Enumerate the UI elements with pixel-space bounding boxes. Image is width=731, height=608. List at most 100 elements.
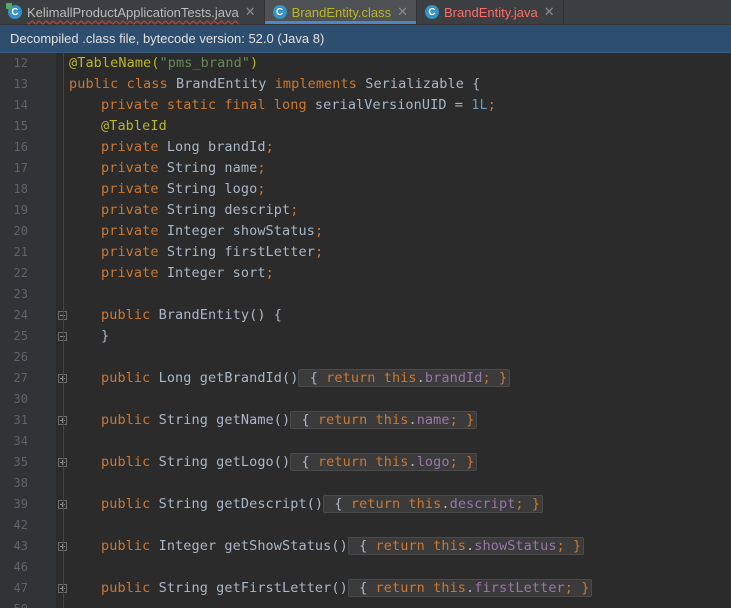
line-number: 22 xyxy=(13,266,28,280)
line-number: 25 xyxy=(13,329,28,343)
token: return this xyxy=(326,370,417,386)
code-text: private String descript; xyxy=(101,200,298,221)
token: private xyxy=(101,181,167,197)
token: String getFirstLetter() xyxy=(158,580,348,596)
token: { xyxy=(350,538,376,554)
folded-body[interactable]: { return this.brandId; } xyxy=(298,369,511,387)
line-number: 27 xyxy=(13,371,28,385)
token: String getLogo() xyxy=(158,454,291,470)
line-number: 20 xyxy=(13,224,28,238)
test-class-icon: C xyxy=(6,3,22,19)
code-text: public String getDescript() { return thi… xyxy=(101,494,544,515)
token: Long getBrandId() xyxy=(158,370,299,386)
line-number: 42 xyxy=(13,518,28,532)
token: { xyxy=(293,412,318,428)
token: private xyxy=(101,139,167,155)
folded-body[interactable]: { return this.name; } xyxy=(290,411,478,429)
close-icon[interactable]: ✕ xyxy=(245,4,256,20)
code-line: 25 } xyxy=(0,326,731,347)
token: name xyxy=(416,412,450,428)
token: . xyxy=(441,496,450,512)
code-text: public String getName() { return this.na… xyxy=(101,410,478,431)
token: firstLetter xyxy=(474,580,565,596)
token: ; xyxy=(257,160,266,176)
code-text: public BrandEntity() { xyxy=(101,305,282,326)
token: private xyxy=(101,265,167,281)
token: return this xyxy=(317,412,409,428)
line-number: 13 xyxy=(13,77,28,91)
code-line: 34 xyxy=(0,431,731,452)
token: Integer showStatus xyxy=(166,223,315,239)
token: public xyxy=(101,496,159,512)
token: . xyxy=(408,412,417,428)
close-icon[interactable]: ✕ xyxy=(397,4,408,20)
line-number: 35 xyxy=(13,455,28,469)
class-icon: C xyxy=(425,5,439,19)
decompiled-notice-banner: Decompiled .class file, bytecode version… xyxy=(0,25,731,53)
token: brandId xyxy=(424,370,483,386)
code-text: public String getLogo() { return this.lo… xyxy=(101,452,478,473)
tab-brand-entity-class[interactable]: C BrandEntity.class ✕ xyxy=(264,0,417,24)
line-number: 16 xyxy=(13,140,28,154)
token: { xyxy=(301,370,327,386)
tab-kelimall-product-application-tests[interactable]: C KelimallProductApplicationTests.java ✕ xyxy=(0,0,265,24)
banner-text: Decompiled .class file, bytecode version… xyxy=(10,31,325,46)
token: String logo xyxy=(166,181,258,197)
token: private xyxy=(101,202,167,218)
code-editor[interactable]: 12 @TableName("pms_brand") 13 public cla… xyxy=(0,53,731,608)
folded-body[interactable]: { return this.logo; } xyxy=(290,453,478,471)
code-line: 22 private Integer sort; xyxy=(0,263,731,284)
token: ; } xyxy=(556,538,582,554)
line-number: 21 xyxy=(13,245,28,259)
token: 1L xyxy=(471,97,488,113)
token: String name xyxy=(166,160,258,176)
tab-brand-entity-java[interactable]: C BrandEntity.java ✕ xyxy=(417,0,564,24)
token: Long brandId xyxy=(166,139,266,155)
code-line: 26 xyxy=(0,347,731,368)
token: Integer getShowStatus() xyxy=(158,538,348,554)
token: public xyxy=(101,454,159,470)
code-line: 46 xyxy=(0,557,731,578)
token: descript xyxy=(449,496,516,512)
line-number: 46 xyxy=(13,560,28,574)
code-line: 16 private Long brandId; xyxy=(0,137,731,158)
token: Integer sort xyxy=(166,265,266,281)
code-text: } xyxy=(101,326,109,347)
token: ; } xyxy=(482,370,508,386)
token: { xyxy=(350,580,376,596)
code-text: private String logo; xyxy=(101,179,266,200)
token: ; xyxy=(265,265,274,281)
token: public xyxy=(101,370,159,386)
token: return this xyxy=(375,580,467,596)
token: public xyxy=(101,412,159,428)
line-number: 38 xyxy=(13,476,28,490)
token: serialVersionUID xyxy=(314,97,447,113)
code-line: 13 public class BrandEntity implements S… xyxy=(0,74,731,95)
token: private xyxy=(101,244,167,260)
token: public xyxy=(101,580,159,596)
code-line: 15 @TableId xyxy=(0,116,731,137)
token: @TableName( xyxy=(69,55,160,71)
token: "pms_brand" xyxy=(159,55,251,71)
token: logo xyxy=(416,454,450,470)
line-number: 15 xyxy=(13,119,28,133)
token: return this xyxy=(375,538,467,554)
code-text: private static final long serialVersionU… xyxy=(101,95,496,116)
folded-body[interactable]: { return this.firstLetter; } xyxy=(347,579,593,597)
token: BrandEntity() { xyxy=(158,307,283,323)
token: ; xyxy=(257,181,266,197)
code-line: 42 xyxy=(0,515,731,536)
token: String getDescript() xyxy=(158,496,324,512)
gutter-separator xyxy=(63,53,64,608)
code-text: public String getFirstLetter() { return … xyxy=(101,578,593,599)
line-number: 18 xyxy=(13,182,28,196)
line-number: 24 xyxy=(13,308,28,322)
token: { xyxy=(293,454,318,470)
line-number: 39 xyxy=(13,497,28,511)
folded-body[interactable]: { return this.showStatus; } xyxy=(347,537,585,555)
token: private xyxy=(101,223,167,239)
close-icon[interactable]: ✕ xyxy=(544,4,555,20)
token: ; xyxy=(290,202,299,218)
folded-body[interactable]: { return this.descript; } xyxy=(323,495,544,513)
token: = xyxy=(446,97,472,113)
